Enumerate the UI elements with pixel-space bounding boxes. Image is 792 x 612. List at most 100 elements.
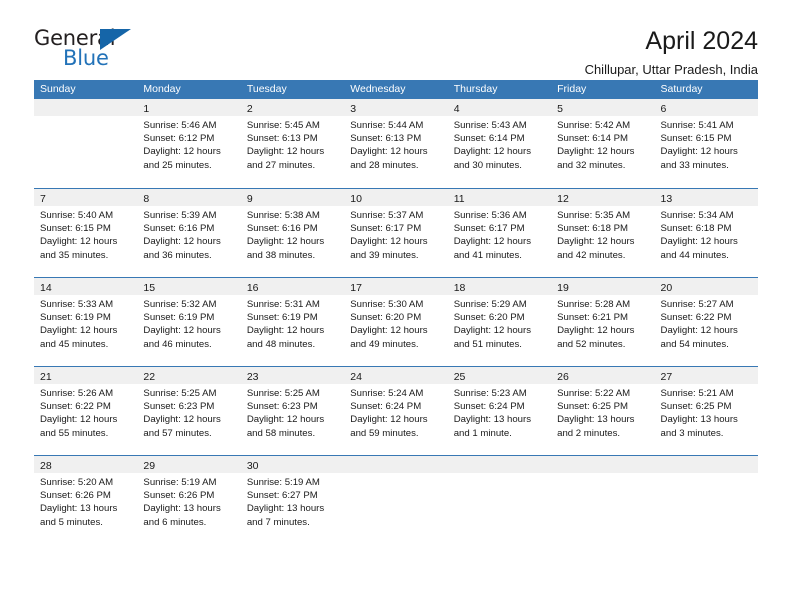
day-detail-line: Sunrise: 5:43 AM [453,120,527,131]
day-number-band: 27 [654,367,758,384]
calendar-day-cell[interactable]: 14 Sunrise: 5:33 AM Sunset: 6:19 PM Dayligh… [34,278,138,366]
calendar-day-cell[interactable]: 15 Sunrise: 5:32 AM Sunset: 6:19 PM Dayligh… [137,278,241,366]
day-detail-line: Sunset: 6:16 PM [246,223,318,235]
day-detail-line: Sunset: 6:18 PM [557,223,629,235]
day-detail-line: Sunset: 6:12 PM [143,133,215,145]
calendar-day-cell[interactable]: 8 Sunrise: 5:39 AM Sunset: 6:16 PM Daylight… [137,189,241,277]
weekday-header-friday: Friday [557,83,587,95]
day-number: 15 [143,282,156,294]
day-detail-line: and 58 minutes. [246,427,316,439]
calendar-day-cell[interactable]: 25 Sunrise: 5:23 AM Sunset: 6:24 PM Dayligh… [447,367,552,455]
calendar-day-cell[interactable]: 9 Sunrise: 5:38 AM Sunset: 6:16 PM Daylight… [240,189,345,277]
calendar-day-cell[interactable]: 21 Sunrise: 5:26 AM Sunset: 6:22 PM Dayligh… [34,367,138,455]
calendar-day-cell[interactable]: 4 Sunrise: 5:43 AM Sunset: 6:14 PM Daylight… [447,99,552,188]
page-title: April 2024 [645,27,758,55]
day-detail-line: Sunset: 6:22 PM [40,401,111,413]
calendar-day-cell[interactable]: 26 Sunrise: 5:22 AM Sunset: 6:25 PM Dayligh… [551,367,655,455]
day-number: 29 [143,460,156,472]
day-number-band: 18 [447,278,552,295]
day-detail-line: Sunrise: 5:35 AM [557,210,631,221]
calendar-table: Sunday Monday Tuesday Wednesday Thursday… [34,80,758,544]
day-detail-line: Sunset: 6:26 PM [143,490,215,502]
calendar-day-cell[interactable]: 20 Sunrise: 5:27 AM Sunset: 6:22 PM Dayligh… [654,278,758,366]
day-number-band: 25 [447,367,552,384]
calendar-day-cell-empty [34,99,138,188]
day-detail-line: Sunrise: 5:36 AM [453,210,527,221]
calendar-day-cell[interactable]: 5 Sunrise: 5:42 AM Sunset: 6:14 PM Daylight… [551,99,655,188]
calendar-day-cell[interactable]: 27 Sunrise: 5:21 AM Sunset: 6:25 PM Dayligh… [654,367,758,455]
day-detail-line: Daylight: 13 hours [40,503,118,515]
calendar-day-cell[interactable]: 11 Sunrise: 5:36 AM Sunset: 6:17 PM Dayligh… [447,189,552,277]
day-detail-line: Sunrise: 5:45 AM [246,120,320,131]
day-detail-line: Daylight: 12 hours [350,236,428,248]
day-details: Sunrise: 5:19 AM Sunset: 6:26 PM Daylight:… [137,473,240,529]
calendar-day-cell[interactable]: 28 Sunrise: 5:20 AM Sunset: 6:26 PM Dayligh… [34,456,138,544]
day-detail-line: and 45 minutes. [40,338,109,350]
calendar-day-cell[interactable]: 19 Sunrise: 5:28 AM Sunset: 6:21 PM Dayligh… [551,278,655,366]
day-details: Sunrise: 5:37 AM Sunset: 6:17 PM Daylight:… [344,206,447,262]
day-details: Sunrise: 5:29 AM Sunset: 6:20 PM Daylight:… [448,295,551,351]
day-detail-line: Sunrise: 5:34 AM [660,210,734,221]
title-block: April 2024 Chillupar, Uttar Pradesh, Ind… [585,26,758,80]
day-number: 2 [246,103,253,115]
day-detail-line: Sunset: 6:26 PM [40,490,111,502]
calendar-day-cell[interactable]: 13 Sunrise: 5:34 AM Sunset: 6:18 PM Dayligh… [654,189,758,277]
day-number-band: 3 [344,99,448,116]
day-details: Sunrise: 5:44 AM Sunset: 6:13 PM Daylight:… [344,116,447,172]
calendar-day-cell[interactable]: 10 Sunrise: 5:37 AM Sunset: 6:17 PM Dayligh… [344,189,448,277]
calendar-day-cell[interactable]: 22 Sunrise: 5:25 AM Sunset: 6:23 PM Dayligh… [137,367,241,455]
calendar-page: General Blue April 2024 Chillupar, Uttar… [0,0,792,612]
day-detail-line: Sunrise: 5:41 AM [660,120,734,131]
day-number-band: 10 [344,189,448,206]
day-detail-line: Daylight: 13 hours [143,503,221,515]
calendar-day-cell[interactable]: 17 Sunrise: 5:30 AM Sunset: 6:20 PM Dayligh… [344,278,448,366]
day-details: Sunrise: 5:42 AM Sunset: 6:14 PM Daylight:… [551,116,654,172]
day-number-band: 15 [137,278,241,295]
day-number: 13 [660,193,673,205]
day-detail-line: Sunset: 6:27 PM [246,490,318,502]
day-number: 3 [350,103,357,115]
calendar-day-cell[interactable]: 29 Sunrise: 5:19 AM Sunset: 6:26 PM Dayligh… [137,456,241,544]
brand-logo[interactable]: General Blue [34,26,144,74]
day-detail-line: Daylight: 12 hours [143,414,221,426]
weekday-header-wednesday: Wednesday [350,83,406,95]
day-detail-line: Daylight: 13 hours [660,414,738,426]
day-number: 12 [557,193,569,205]
day-number: 16 [246,282,259,294]
day-number: 24 [350,371,362,383]
day-number: 11 [453,193,465,205]
day-detail-line: Sunrise: 5:19 AM [246,477,320,488]
day-detail-line: and 35 minutes. [40,249,109,261]
calendar-day-cell[interactable]: 18 Sunrise: 5:29 AM Sunset: 6:20 PM Dayligh… [447,278,552,366]
calendar-day-cell[interactable]: 16 Sunrise: 5:31 AM Sunset: 6:19 PM Dayligh… [240,278,345,366]
day-detail-line: Daylight: 12 hours [246,146,325,158]
day-detail-line: and 52 minutes. [557,338,626,350]
calendar-day-cell[interactable]: 23 Sunrise: 5:25 AM Sunset: 6:23 PM Dayligh… [240,367,345,455]
day-detail-line: and 55 minutes. [40,427,109,439]
calendar-day-cell[interactable]: 7 Sunrise: 5:40 AM Sunset: 6:15 PM Daylight… [34,189,138,277]
calendar-day-cell[interactable]: 30 Sunrise: 5:19 AM Sunset: 6:27 PM Dayligh… [240,456,345,544]
day-details: Sunrise: 5:45 AM Sunset: 6:13 PM Daylight:… [241,116,344,172]
day-number-band: 6 [654,99,758,116]
day-number-band [447,456,552,473]
day-detail-line: Daylight: 12 hours [350,146,428,158]
calendar-day-cell[interactable]: 1 Sunrise: 5:46 AM Sunset: 6:12 PM Daylight… [137,99,241,188]
page-header: General Blue April 2024 Chillupar, Uttar… [34,0,758,77]
day-number-band: 9 [240,189,345,206]
calendar-day-cell[interactable]: 3 Sunrise: 5:44 AM Sunset: 6:13 PM Daylight… [344,99,448,188]
calendar-day-cell[interactable]: 2 Sunrise: 5:45 AM Sunset: 6:13 PM Daylight… [240,99,345,188]
day-number-band: 7 [34,189,138,206]
day-details: Sunrise: 5:38 AM Sunset: 6:16 PM Daylight:… [241,206,344,262]
calendar-day-cell[interactable]: 24 Sunrise: 5:24 AM Sunset: 6:24 PM Dayligh… [344,367,448,455]
calendar-week-row: 1 Sunrise: 5:46 AM Sunset: 6:12 PM Daylight… [34,99,758,188]
day-number: 17 [350,282,362,294]
day-number: 14 [40,282,52,294]
day-detail-line: Sunset: 6:25 PM [557,401,629,413]
calendar-day-cell[interactable]: 12 Sunrise: 5:35 AM Sunset: 6:18 PM Dayligh… [551,189,655,277]
day-number: 26 [557,371,569,383]
day-detail-line: Sunset: 6:23 PM [246,401,318,413]
day-number-band: 30 [240,456,345,473]
day-detail-line: Sunset: 6:19 PM [40,312,111,324]
day-number: 5 [557,103,563,115]
calendar-day-cell[interactable]: 6 Sunrise: 5:41 AM Sunset: 6:15 PM Daylight… [654,99,758,188]
